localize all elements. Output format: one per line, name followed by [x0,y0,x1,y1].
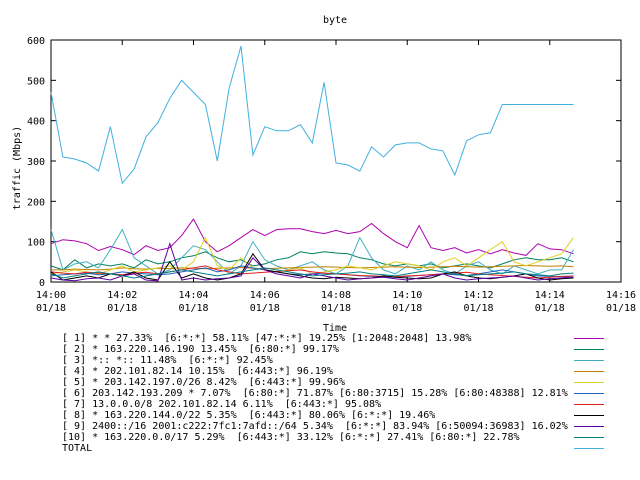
series-lines [50,45,574,282]
legend-swatch [574,404,604,405]
x-axis-ticks: 14:00 01/18 14:02 01/18 14:04 01/18 14:06 01/18… [36,40,636,314]
legend-swatch [574,338,604,339]
x-tick-date: 01/18 [107,303,137,314]
legend-label: [10] * 163.220.0.0/17 5.29% [6:443:*] 33… [62,432,520,443]
x-tick-date: 01/18 [392,303,422,314]
legend-label: [ 5] * 203.142.197.0/26 8.42% [6:443:*] … [62,377,345,388]
legend-label: [ 3] *:: *:: 11.48% [6:*:*] 92.45% [62,355,273,366]
y-tick-label: 600 [27,36,45,47]
legend-entry: [ 4] * 202.101.82.14 10.15% [6:443:*] 96… [62,366,632,377]
legend-entry: TOTAL [62,443,632,454]
legend-label: [ 7] 13.0.0.0/8 202.101.82.14 6.11% [6:4… [62,399,382,410]
x-tick-time: 14:00 [36,290,66,301]
legend-entry: [ 5] * 203.142.197.0/26 8.42% [6:443:*] … [62,377,632,388]
legend-entry: [ 8] * 163.220.144.0/22 5.35% [6:443:*] … [62,410,632,421]
x-tick-date: 01/18 [463,303,493,314]
legend-label: [ 6] 203.142.193.209 * 7.07% [6:80:*] 71… [62,388,568,399]
legend-label: [ 2] * 163.220.146.190 13.45% [6:80:*] 9… [62,344,339,355]
x-tick-date: 01/18 [606,303,636,314]
x-tick-time: 14:16 [606,290,636,301]
legend-swatch [574,382,604,383]
legend-entry: [ 9] 2400::/16 2001:c222:7fc1:7afd::/64 … [62,421,632,432]
chart-title: byte [323,15,347,26]
y-axis-label: traffic (Mbps) [12,126,23,210]
y-tick-label: 100 [27,238,45,249]
series-line-11 [50,45,574,185]
legend-entry: [10] * 163.220.0.0/17 5.29% [6:443:*] 33… [62,432,632,443]
legend-swatch [574,437,604,438]
legend-swatch [574,415,604,416]
legend-entry: [ 7] 13.0.0.0/8 202.101.82.14 6.11% [6:4… [62,399,632,410]
y-tick-label: 0 [39,278,45,289]
legend-entry: [ 6] 203.142.193.209 * 7.07% [6:80:*] 71… [62,388,632,399]
y-tick-label: 200 [27,197,45,208]
legend-label: [ 4] * 202.101.82.14 10.15% [6:443:*] 96… [62,366,333,377]
legend-swatch [574,426,604,427]
x-tick-time: 14:08 [321,290,351,301]
y-tick-label: 500 [27,76,45,87]
x-tick-date: 01/18 [250,303,280,314]
legend-entry: [ 3] *:: *:: 11.48% [6:*:*] 92.45% [62,355,632,366]
legend-label: [ 9] 2400::/16 2001:c222:7fc1:7afd::/64 … [62,421,568,432]
legend-label: TOTAL [62,443,93,454]
x-tick-date: 01/18 [178,303,208,314]
x-tick-date: 01/18 [36,303,66,314]
legend-swatch [574,360,604,361]
x-tick-time: 14:14 [535,290,565,301]
x-tick-date: 01/18 [535,303,565,314]
y-tick-label: 400 [27,117,45,128]
x-tick-time: 14:04 [178,290,208,301]
legend-entry: [ 2] * 163.220.146.190 13.45% [6:80:*] 9… [62,344,632,355]
legend-swatch [574,371,604,372]
y-tick-label: 300 [27,157,45,168]
series-line-1 [50,218,574,256]
x-tick-date: 01/18 [321,303,351,314]
x-tick-time: 14:06 [250,290,280,301]
x-tick-time: 14:12 [463,290,493,301]
legend-label: [ 8] * 163.220.144.0/22 5.35% [6:443:*] … [62,410,436,421]
legend-label: [ 1] * * 27.33% [6:*:*] 58.11% [47:*:*] … [62,333,472,344]
legend: [ 1] * * 27.33% [6:*:*] 58.11% [47:*:*] … [62,333,632,454]
legend-swatch [574,448,604,449]
legend-swatch [574,349,604,350]
legend-entry: [ 1] * * 27.33% [6:*:*] 58.11% [47:*:*] … [62,333,632,344]
x-tick-time: 14:02 [107,290,137,301]
x-tick-time: 14:10 [392,290,422,301]
legend-swatch [574,393,604,394]
y-axis-ticks: 0 100 200 300 400 500 600 [27,36,621,289]
